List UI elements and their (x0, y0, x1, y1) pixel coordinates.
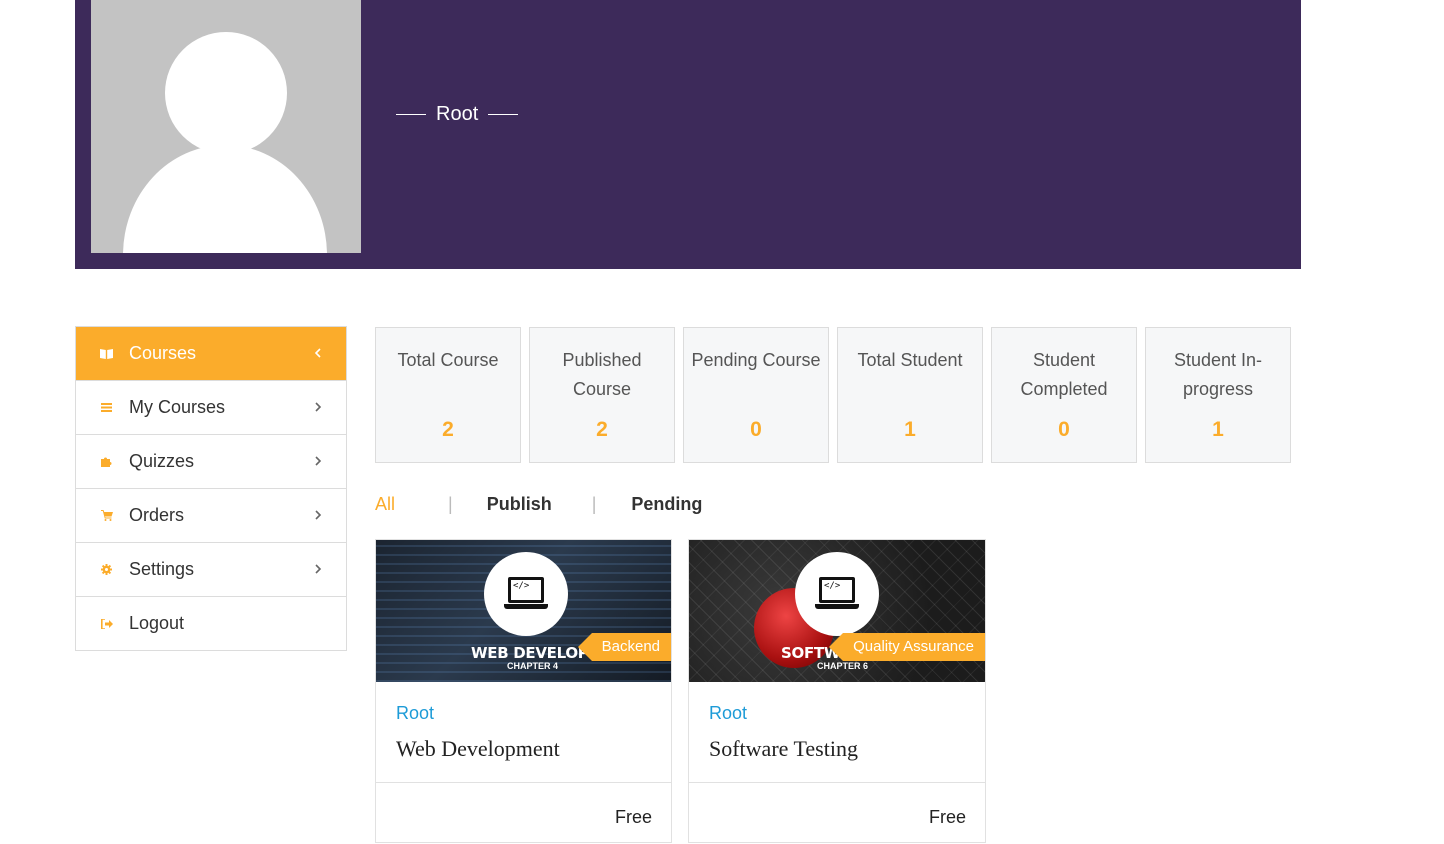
username-right-line (488, 114, 519, 115)
book-open-icon (100, 347, 113, 360)
course-card[interactable]: </> SOFTWAR CHAPTER 6 Quality Assurance … (688, 539, 986, 843)
profile-header: Root (75, 0, 1301, 269)
stat-total-student: Total Student 1 (837, 327, 983, 463)
sign-out-icon (100, 617, 113, 630)
stat-total-course: Total Course 2 (375, 327, 521, 463)
sidebar-item-label: Logout (129, 613, 185, 633)
avatar-body-shape (123, 145, 327, 253)
stat-value: 0 (1058, 418, 1070, 441)
sidebar-item-label: Courses (129, 343, 197, 363)
category-tag[interactable]: Quality Assurance (829, 633, 985, 661)
course-card[interactable]: </> WEB DEVELOPMENT CHAPTER 4 Backend Ro… (375, 539, 672, 843)
username-block: Root (396, 103, 519, 126)
laptop-badge: </> (795, 552, 879, 636)
laptop-code-icon: </> (504, 577, 548, 611)
course-filter-tabs: All | Publish | Pending (375, 494, 702, 515)
gear-icon (100, 563, 113, 576)
card-divider (376, 782, 671, 783)
course-title[interactable]: Software Testing (709, 736, 858, 762)
list-icon (100, 401, 113, 414)
stat-value: 0 (750, 418, 762, 441)
course-price: Free (928, 807, 966, 827)
chevron-right-icon (314, 400, 322, 415)
course-title[interactable]: Web Development (396, 736, 560, 762)
tab-separator: | (448, 494, 453, 514)
stat-student-in-progress: Student In-progress 1 (1145, 327, 1291, 463)
stat-published-course: Published Course 2 (529, 327, 675, 463)
course-author-link[interactable]: Root (709, 703, 747, 724)
laptop-code-icon: </> (815, 577, 859, 611)
category-tag[interactable]: Backend (577, 633, 671, 661)
avatar-head-shape (165, 32, 287, 154)
stat-label: Student In-progress (1173, 350, 1263, 399)
username-left-line (396, 114, 426, 115)
chevron-left-icon (314, 346, 322, 361)
stat-label: Total Student (857, 350, 963, 370)
sidebar-item-label: My Courses (129, 397, 226, 417)
course-thumbnail[interactable]: </> SOFTWAR CHAPTER 6 Quality Assurance (689, 540, 985, 682)
sidebar-item-orders[interactable]: Orders (76, 489, 346, 543)
stat-value: 2 (596, 418, 608, 441)
stat-student-completed: Student Completed 0 (991, 327, 1137, 463)
avatar (91, 0, 361, 253)
tab-all[interactable]: All (375, 494, 395, 515)
course-author-link[interactable]: Root (396, 703, 434, 724)
chevron-right-icon (314, 508, 322, 523)
sidebar-item-my-courses[interactable]: My Courses (76, 381, 346, 435)
sidebar-item-settings[interactable]: Settings (76, 543, 346, 597)
chevron-right-icon (314, 562, 322, 577)
cart-icon (100, 509, 113, 522)
sidebar-item-quizzes[interactable]: Quizzes (76, 435, 346, 489)
sidebar-item-courses[interactable]: Courses (76, 327, 346, 381)
stat-label: Pending Course (691, 350, 821, 370)
tab-publish[interactable]: Publish (487, 494, 552, 515)
sidebar-item-label: Quizzes (129, 451, 195, 471)
stat-pending-course: Pending Course 0 (683, 327, 829, 463)
stat-value: 2 (442, 418, 454, 441)
card-divider (689, 782, 985, 783)
puzzle-icon (100, 455, 113, 468)
tab-pending[interactable]: Pending (631, 494, 702, 515)
chevron-right-icon (314, 454, 322, 469)
sidebar-item-label: Settings (129, 559, 195, 579)
stat-value: 1 (904, 418, 916, 441)
stat-value: 1 (1212, 418, 1224, 441)
stat-label: Student Completed (1020, 350, 1108, 399)
sidebar-item-label: Orders (129, 505, 185, 525)
stat-label: Total Course (397, 350, 499, 370)
thumbnail-chapter: CHAPTER 4 (507, 661, 559, 671)
course-thumbnail[interactable]: </> WEB DEVELOPMENT CHAPTER 4 Backend (376, 540, 671, 682)
profile-username: Root (436, 103, 479, 125)
stat-label: Published Course (562, 350, 642, 399)
laptop-badge: </> (484, 552, 568, 636)
tab-separator: | (591, 494, 597, 514)
course-price: Free (614, 807, 652, 827)
dashboard-sidebar: Courses My Courses Quizzes Orders Settin… (75, 326, 347, 651)
sidebar-item-logout[interactable]: Logout (76, 597, 346, 651)
stats-row: Total Course 2 Published Course 2 Pendin… (375, 327, 1291, 463)
thumbnail-chapter: CHAPTER 6 (817, 661, 869, 671)
